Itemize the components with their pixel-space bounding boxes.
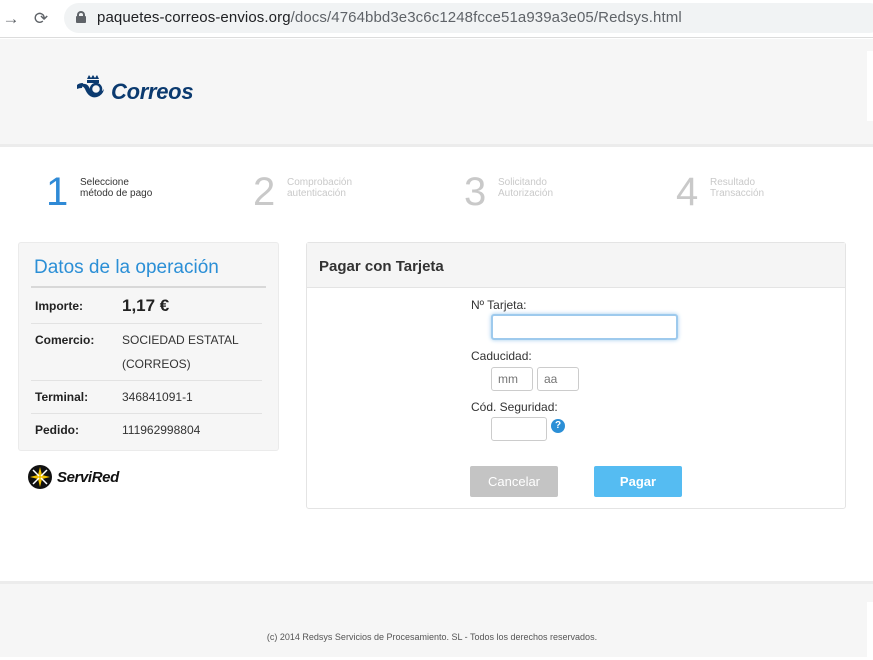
card-panel-title: Pagar con Tarjeta: [319, 258, 444, 275]
amount-row: Importe: 1,17 €: [31, 290, 262, 324]
card-number-label: Nº Tarjeta:: [471, 298, 527, 312]
servired-text: ServiRed: [57, 469, 119, 486]
merchant-label: Comercio:: [35, 333, 95, 347]
merchant-value: SOCIEDAD ESTATAL (CORREOS): [122, 333, 239, 371]
help-icon[interactable]: ?: [551, 419, 565, 433]
servired-icon: [28, 465, 52, 489]
operation-title: Datos de la operación: [34, 257, 219, 278]
step-label: Resultado Transacción: [710, 177, 765, 199]
reload-icon[interactable]: ⟳: [30, 8, 52, 30]
address-bar[interactable]: paquetes-correos-envios.org/docs/4764bbd…: [64, 3, 873, 33]
card-payment-panel: Pagar con Tarjeta Nº Tarjeta: Caducidad:…: [306, 242, 846, 509]
correos-logo[interactable]: Correos: [77, 75, 194, 110]
card-panel-header: Pagar con Tarjeta: [307, 243, 845, 288]
back-arrow-icon[interactable]: →: [0, 8, 22, 30]
site-footer: (c) 2014 Redsys Servicios de Procesamien…: [0, 581, 873, 660]
servired-logo: ServiRed: [27, 464, 119, 495]
step-number: 3: [464, 170, 487, 214]
copyright-text: (c) 2014 Redsys Servicios de Procesamien…: [266, 632, 598, 642]
step-number: 2: [253, 170, 276, 214]
site-header: Correos: [0, 39, 873, 147]
terminal-value: 346841091-1: [122, 390, 193, 404]
terminal-label: Terminal:: [35, 390, 89, 404]
url-text[interactable]: paquetes-correos-envios.org/docs/4764bbd…: [97, 9, 682, 26]
cancel-button[interactable]: Cancelar: [470, 466, 558, 497]
order-row: Pedido: 111962998804: [31, 414, 262, 447]
header-edge: [867, 51, 873, 121]
pay-button[interactable]: Pagar: [594, 466, 682, 497]
divider: [31, 286, 266, 288]
amount-label: Importe:: [35, 299, 83, 313]
expiry-year-input[interactable]: [537, 367, 579, 391]
merchant-row: Comercio: SOCIEDAD ESTATAL (CORREOS): [31, 324, 262, 381]
step-label: Comprobación autenticación: [287, 177, 353, 199]
operation-details-panel: Datos de la operación Importe: 1,17 € Co…: [18, 242, 279, 451]
lock-icon: [76, 11, 86, 23]
terminal-row: Terminal: 346841091-1: [31, 381, 262, 414]
step-number: 1: [46, 170, 69, 214]
step-number: 4: [676, 170, 699, 214]
card-number-input[interactable]: [491, 314, 678, 340]
browser-toolbar: → ⟳ paquetes-correos-envios.org/docs/476…: [0, 0, 873, 38]
crown-horn-icon: [77, 75, 104, 98]
order-value: 111962998804: [122, 423, 201, 437]
cvv-input[interactable]: [491, 417, 547, 441]
amount-value: 1,17 €: [122, 296, 170, 315]
logo-text: Correos: [111, 79, 194, 104]
step-label: Seleccione método de pago: [80, 177, 153, 199]
step-label: Solicitando Autorización: [498, 177, 554, 199]
expiry-label: Caducidad:: [471, 349, 532, 363]
footer-edge: [867, 602, 873, 660]
expiry-month-input[interactable]: [491, 367, 533, 391]
url-path: /docs/4764bbd3e3c6c1248fcce51a939a3e05/R…: [290, 9, 682, 26]
cvv-label: Cód. Seguridad:: [471, 400, 558, 414]
url-domain: paquetes-correos-envios.org: [97, 9, 291, 26]
order-label: Pedido:: [35, 423, 79, 437]
